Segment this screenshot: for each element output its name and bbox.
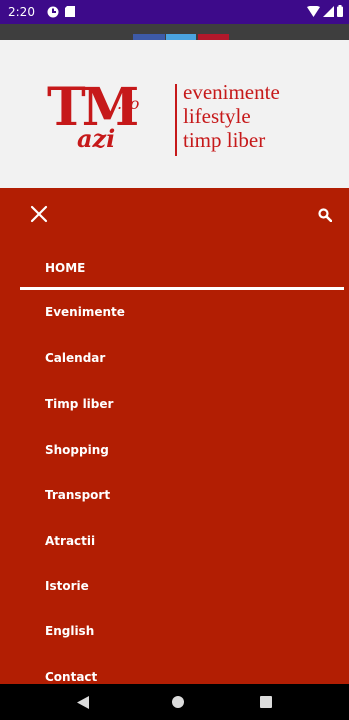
logo-divider bbox=[175, 84, 177, 156]
menu-item-transport[interactable]: Transport bbox=[45, 488, 110, 502]
home-icon[interactable] bbox=[172, 696, 184, 708]
menu-item-english[interactable]: English bbox=[45, 624, 94, 638]
menu-item-shopping[interactable]: Shopping bbox=[45, 443, 109, 457]
nav-menu: HOME Evenimente Calendar Timp liber Shop… bbox=[0, 188, 349, 684]
menu-item-evenimente[interactable]: Evenimente bbox=[45, 305, 125, 319]
active-item-underline bbox=[20, 287, 344, 290]
app-notification-icon bbox=[47, 6, 59, 18]
signal-icon bbox=[323, 5, 334, 17]
tagline-line: evenimente bbox=[183, 80, 280, 104]
site-logo[interactable]: TM .ro azi evenimente lifestyle timp lib… bbox=[47, 80, 307, 160]
sd-card-icon bbox=[65, 6, 75, 17]
tagline-line: timp liber bbox=[183, 128, 266, 152]
close-icon[interactable] bbox=[30, 205, 48, 223]
recent-apps-icon[interactable] bbox=[260, 696, 272, 708]
status-time: 2:20 bbox=[8, 5, 35, 19]
search-icon[interactable] bbox=[318, 208, 332, 222]
menu-item-calendar[interactable]: Calendar bbox=[45, 351, 105, 365]
menu-item-timp-liber[interactable]: Timp liber bbox=[45, 397, 113, 411]
status-bar: 2:20 bbox=[0, 0, 349, 24]
system-nav-bar bbox=[0, 684, 349, 720]
logo-azi: azi bbox=[77, 124, 116, 153]
menu-item-istorie[interactable]: Istorie bbox=[45, 579, 89, 593]
status-indicators bbox=[307, 5, 343, 17]
logo-tagline: evenimente lifestyle timp liber bbox=[183, 80, 280, 152]
site-header: TM .ro azi evenimente lifestyle timp lib… bbox=[0, 40, 349, 188]
menu-item-atractii[interactable]: Atractii bbox=[45, 534, 95, 548]
menu-item-contact[interactable]: Contact bbox=[45, 670, 97, 684]
tagline-line: lifestyle bbox=[183, 104, 251, 128]
logo-ro: .ro bbox=[117, 94, 140, 113]
battery-icon bbox=[337, 5, 343, 17]
menu-item-home[interactable]: HOME bbox=[45, 261, 85, 275]
wifi-icon bbox=[307, 5, 320, 17]
back-icon[interactable] bbox=[77, 696, 89, 709]
